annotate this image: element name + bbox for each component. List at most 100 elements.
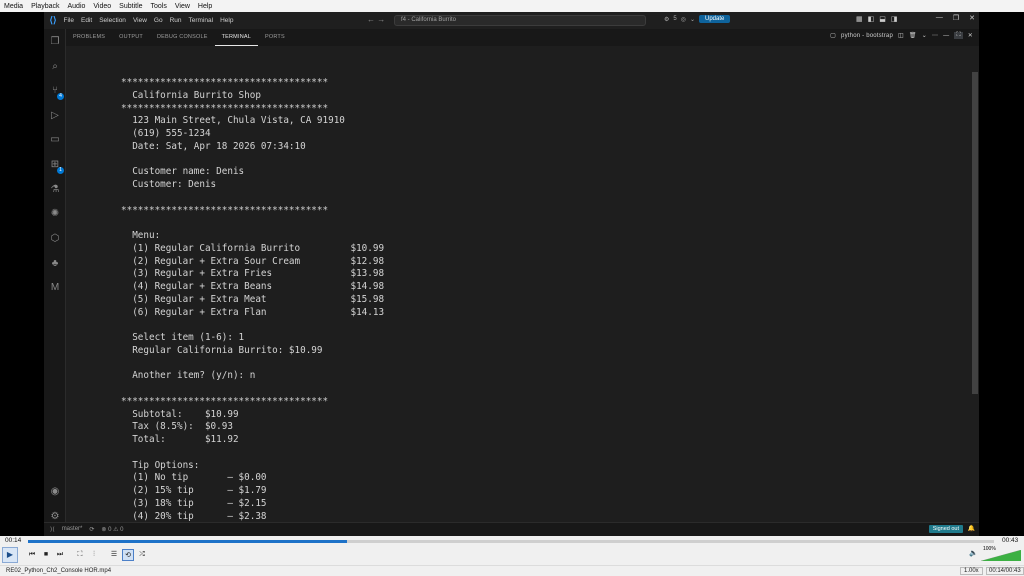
tab-ports[interactable]: PORTS [258,29,292,46]
command-center-search[interactable]: f4 - California Burrito [394,15,646,26]
testing-icon[interactable]: ⚗ [48,183,62,197]
seek-bar[interactable] [28,540,994,543]
menu-subtitle[interactable]: Subtitle [115,3,146,10]
nav-arrows-icon[interactable]: ← → [367,15,385,24]
total-time: 00:43 [1002,537,1019,544]
vlc-status-row: RE02_Python_Ch2_Console HOR.mp4 1.00x 00… [0,565,1024,576]
toggle-panel-icon[interactable]: ⬓ [879,15,886,23]
maximize-panel-icon[interactable]: ⛶ [954,32,963,39]
terminal-name[interactable]: python - bootstrap [841,33,893,39]
toggle-secondary-sidebar-icon[interactable]: ◨ [891,15,898,23]
menu-video[interactable]: Video [89,3,115,10]
previous-icon[interactable]: ⏮ [26,549,38,561]
ports-icon[interactable]: ⚙ [664,16,669,23]
update-button[interactable]: Update [699,15,731,23]
timecode[interactable]: 00:14/00:43 [986,567,1024,575]
menu-help[interactable]: Help [194,3,216,10]
terminal-line: Subtotal: $10.99 [121,408,239,420]
close-icon[interactable]: ✕ [969,14,975,22]
close-panel-icon[interactable]: ✕ [968,32,973,39]
branch-label[interactable]: master* [62,526,83,533]
vscode-menu-view[interactable]: View [129,17,150,24]
copilot-icon[interactable]: ◎ [681,16,686,23]
terminal-line: ************************************* [121,395,329,407]
menu-media[interactable]: Media [0,3,27,10]
menu-view[interactable]: View [171,3,194,10]
collapse-icon[interactable]: — [943,33,949,39]
terminal-line: 123 Main Street, Chula Vista, CA 91910 [121,115,345,127]
markdown-icon[interactable]: M [48,281,62,295]
remote-icon[interactable]: ⟩⟨ [50,526,55,533]
source-control-icon[interactable]: ⑂ 4 [48,84,64,100]
shuffle-icon[interactable]: ⤮ [136,549,148,561]
toggle-sidebar-icon[interactable]: ◧ [868,15,875,23]
menu-tools[interactable]: Tools [147,3,171,10]
activity-bar: ❐ ⌕ ⑂ 4 ▷ ▭ ⊞ 1 ⚗ ✺ ⬡ ♣ M ◉ ⚙ [44,29,66,522]
vscode-menu-go[interactable]: Go [150,17,166,24]
chevron-down-icon[interactable]: ⌄ [922,32,927,39]
elapsed-time: 00:14 [5,537,22,544]
explorer-icon[interactable]: ❐ [48,35,62,49]
stop-icon[interactable]: ■ [40,549,52,561]
terminal-line: California Burrito Shop [121,89,261,101]
terminal-line: (4) Regular + Extra Beans $14.98 [121,281,385,292]
tab-debug-console[interactable]: DEBUG CONSOLE [150,29,215,46]
extended-settings-icon[interactable]: ⫶ [88,549,100,561]
file-name: RE02_Python_Ch2_Console HOR.mp4 [6,568,112,574]
terminal-line: (3) Regular + Extra Fries $13.98 [121,268,385,280]
vscode-menu-terminal[interactable]: Terminal [185,17,217,24]
account-icon[interactable]: ◉ [48,485,62,499]
volume-level: 100% [983,546,996,552]
customize-layout-icon[interactable]: ▦ [856,15,863,23]
terminal-output[interactable]: ************************************* Ca… [66,46,977,522]
remote-explorer-icon[interactable]: ▭ [48,133,62,147]
playback-speed[interactable]: 1.00x [960,567,983,575]
vscode-menu-file[interactable]: File [60,17,77,24]
vscode-menu-selection[interactable]: Selection [96,17,130,24]
terminal-line: (619) 555-1234 [121,128,211,139]
next-icon[interactable]: ⏭ [54,549,66,561]
chevron-down-icon[interactable]: ⌄ [690,16,695,23]
tab-problems[interactable]: PROBLEMS [66,29,112,46]
problems-count[interactable]: ⊗ 0 ⚠ 0 [101,526,123,533]
terminal-line: (2) Regular + Extra Sour Cream $12.98 [121,255,385,267]
more-actions-icon[interactable]: ⋯ [932,32,938,39]
vscode-menu-run[interactable]: Run [166,17,185,24]
run-debug-icon[interactable]: ▷ [48,109,62,123]
terminal-scrollbar[interactable] [972,72,978,394]
notifications-icon[interactable]: 🔔 [968,525,975,532]
copilot-sidebar-icon[interactable]: ✺ [48,207,62,221]
vscode-window: ⟨⟩ File Edit Selection View Go Run Termi… [44,12,979,536]
volume-icon[interactable]: 🔈 [969,549,978,557]
trash-icon[interactable]: 🗑 [909,32,917,39]
terminal-python-icon: ▢ [830,33,837,39]
terminal-line: ************************************* [121,102,329,114]
terminal-line: (6) Regular + Extra Flan $14.13 [121,306,385,318]
tab-terminal[interactable]: TERMINAL [214,29,258,46]
search-icon[interactable]: ⌕ [48,60,62,74]
sync-icon[interactable]: ⟳ [89,526,94,533]
vscode-menu-help[interactable]: Help [217,17,237,24]
python-icon[interactable]: ♣ [48,257,62,271]
terminal-line: Another item? (y/n): n [121,370,256,382]
restore-icon[interactable]: ❐ [953,14,959,22]
loop-icon[interactable]: ⟲ [122,549,134,561]
vscode-menu-edit[interactable]: Edit [77,17,95,24]
vlc-controls: 00:14 00:43 ▶ ⏮ ■ ⏭ ⛶ ⫶ ☰ ⟲ ⤮ 🔈 100% RE0… [0,536,1024,576]
menu-audio[interactable]: Audio [63,3,89,10]
fullscreen-icon[interactable]: ⛶ [74,549,86,561]
signed-out-badge[interactable]: Signed out [928,525,963,533]
extensions-icon[interactable]: ⊞ 1 [48,158,64,174]
terminal-line: (4) 20% tip — $2.38 [121,510,267,522]
minimize-icon[interactable]: — [936,14,943,22]
playlist-icon[interactable]: ☰ [108,549,120,561]
seek-progress [28,540,347,543]
play-button[interactable]: ▶ [2,547,18,563]
split-terminal-icon[interactable]: ◫ [898,32,904,39]
tab-output[interactable]: OUTPUT [112,29,150,46]
menu-playback[interactable]: Playback [27,3,63,10]
containers-icon[interactable]: ⬡ [48,232,62,246]
